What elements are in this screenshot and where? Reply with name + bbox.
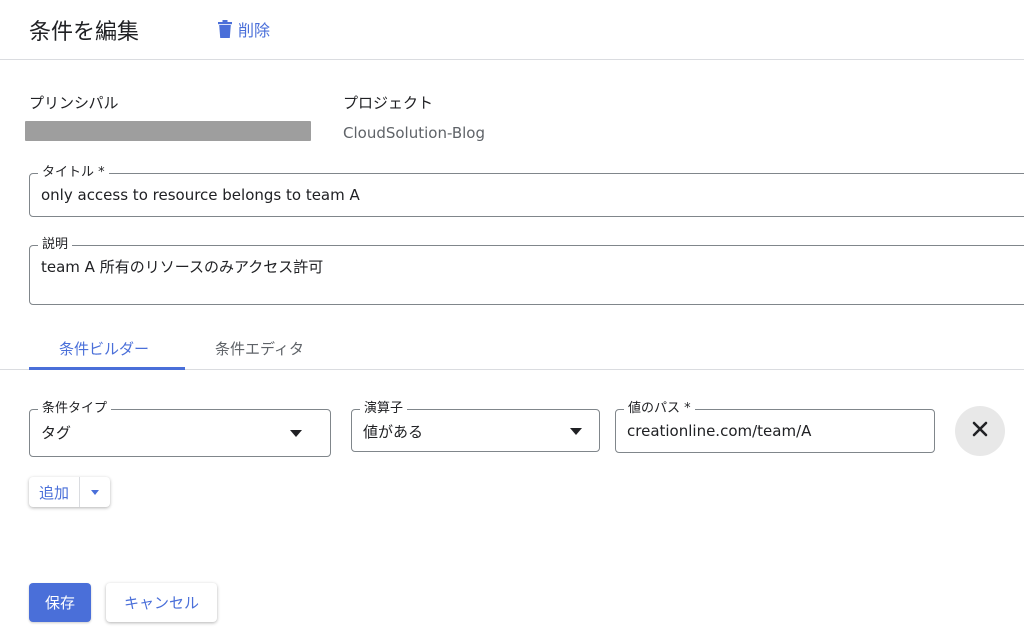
save-button[interactable]: 保存	[29, 583, 91, 622]
dropdown-arrow-icon	[290, 430, 302, 437]
tab-condition-editor[interactable]: 条件エディタ	[215, 338, 304, 359]
condition-type-select[interactable]: 条件タイプ タグ	[29, 400, 331, 457]
project-label: プロジェクト	[343, 94, 434, 112]
page-title: 条件を編集	[29, 20, 140, 45]
delete-button[interactable]: 削除	[218, 17, 270, 41]
chevron-down-icon	[91, 489, 100, 495]
principal-label: プリンシパル	[29, 94, 119, 112]
condition-type-label: 条件タイプ	[38, 400, 112, 418]
tab-condition-builder[interactable]: 条件ビルダー	[59, 338, 149, 359]
add-button-label: 追加	[39, 483, 70, 502]
dropdown-arrow-icon	[570, 428, 582, 435]
trash-icon	[218, 20, 232, 38]
header-divider	[0, 59, 1024, 60]
principal-value-redacted	[25, 121, 311, 141]
value-path-value: creationline.com/team/A	[627, 422, 812, 440]
title-field[interactable]: タイトル * only access to resource belongs t…	[29, 164, 1024, 217]
value-path-label: 値のパス *	[624, 400, 695, 418]
add-button[interactable]: 追加	[29, 477, 79, 507]
title-field-value: only access to resource belongs to team …	[41, 186, 360, 204]
condition-type-value: タグ	[41, 424, 72, 442]
add-dropdown-button[interactable]	[80, 477, 110, 507]
remove-condition-button[interactable]	[955, 406, 1005, 456]
cancel-button[interactable]: キャンセル	[106, 583, 217, 622]
operator-select[interactable]: 演算子 値がある	[351, 400, 600, 452]
description-field[interactable]: 説明 team A 所有のリソースのみアクセス許可	[29, 236, 1024, 305]
description-field-value: team A 所有のリソースのみアクセス許可	[41, 258, 324, 276]
title-field-label: タイトル *	[38, 164, 109, 182]
operator-value: 値がある	[363, 423, 424, 441]
close-icon	[972, 421, 988, 441]
value-path-input[interactable]: 値のパス * creationline.com/team/A	[615, 400, 935, 453]
project-value: CloudSolution-Blog	[343, 124, 485, 142]
active-tab-indicator	[29, 367, 185, 370]
delete-button-label: 削除	[238, 21, 271, 40]
description-field-label: 説明	[38, 236, 73, 254]
add-split-button: 追加	[29, 477, 111, 507]
operator-label: 演算子	[360, 400, 408, 418]
